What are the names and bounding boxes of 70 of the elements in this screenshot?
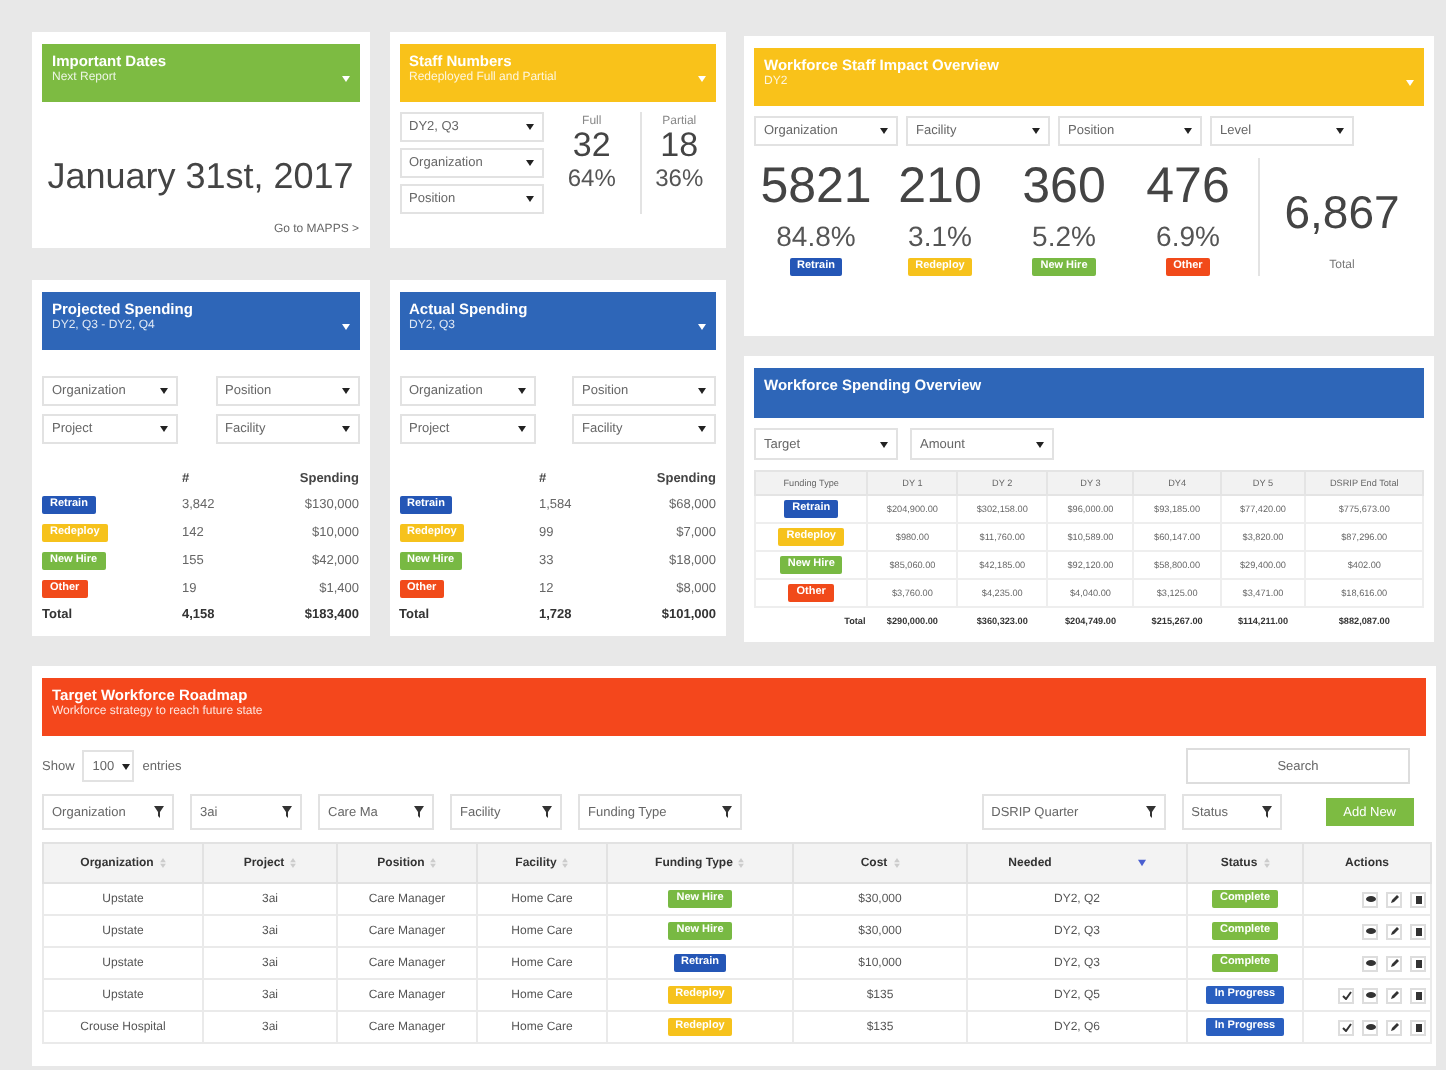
edit-button[interactable] — [1386, 891, 1402, 907]
trash-icon — [1413, 958, 1423, 968]
eye-icon — [1365, 990, 1375, 1000]
edit-button[interactable] — [1386, 955, 1402, 971]
check-icon — [1341, 990, 1351, 1000]
trash-icon — [1413, 926, 1423, 936]
stat-count: 5821 — [760, 158, 872, 214]
check-icon — [1341, 1022, 1351, 1032]
caret-icon[interactable] — [341, 324, 349, 330]
edit-button[interactable] — [1386, 987, 1402, 1003]
caret-icon — [341, 388, 349, 394]
total-value: 6,867 — [1284, 186, 1400, 240]
filter-icon — [542, 806, 552, 818]
caret-icon — [525, 124, 533, 130]
view-button[interactable] — [1362, 923, 1378, 939]
caret-icon — [517, 426, 525, 432]
approve-button[interactable] — [1338, 1019, 1354, 1035]
eye-icon — [1365, 958, 1375, 968]
stat-percent: 5.2% — [1032, 220, 1096, 252]
stat-percent: 6.9% — [1156, 220, 1220, 252]
stat-percent: 36% — [655, 164, 704, 192]
stat-percent: 84.8% — [776, 220, 856, 252]
stat-count: 360 — [1022, 158, 1106, 214]
caret-icon — [517, 388, 525, 394]
stat-count: 32 — [572, 128, 611, 164]
caret-icon — [880, 128, 888, 134]
eye-icon — [1365, 1022, 1375, 1032]
filter-icon — [1145, 806, 1156, 818]
view-button[interactable] — [1362, 891, 1378, 907]
caret-icon — [698, 388, 706, 394]
stat-count: 18 — [660, 128, 699, 164]
caret-icon — [1036, 441, 1044, 447]
pencil-icon — [1389, 1022, 1399, 1032]
caret-icon — [525, 196, 533, 202]
stat-count: 476 — [1146, 158, 1230, 214]
pencil-icon — [1389, 958, 1399, 968]
filter-icon — [1261, 806, 1272, 818]
stat-count: 210 — [898, 158, 982, 214]
filter-icon — [282, 806, 292, 818]
filter-icon — [722, 806, 732, 818]
caret-icon — [880, 441, 888, 447]
view-button[interactable] — [1362, 955, 1378, 971]
trash-icon — [1413, 1022, 1423, 1032]
edit-button[interactable] — [1386, 923, 1402, 939]
pencil-icon — [1389, 894, 1399, 904]
pencil-icon — [1389, 990, 1399, 1000]
caret-icon — [1184, 128, 1192, 134]
caret-icon[interactable] — [698, 324, 706, 330]
filter-icon — [414, 806, 424, 818]
stat-percent: 64% — [567, 164, 616, 192]
caret-icon — [1336, 128, 1344, 134]
caret-icon — [1032, 128, 1040, 134]
trash-icon — [1413, 990, 1423, 1000]
caret-icon — [698, 426, 706, 432]
trash-icon — [1413, 894, 1423, 904]
approve-button[interactable] — [1338, 987, 1354, 1003]
filter-icon — [154, 806, 164, 818]
caret-icon — [525, 160, 533, 166]
view-button[interactable] — [1362, 1019, 1378, 1035]
caret-icon — [341, 426, 349, 432]
caret-icon — [122, 763, 131, 769]
caret-icon — [160, 388, 168, 394]
pencil-icon — [1389, 926, 1399, 936]
eye-icon — [1365, 894, 1375, 904]
eye-icon — [1365, 926, 1375, 936]
stat-percent: 3.1% — [908, 220, 972, 252]
view-button[interactable] — [1362, 987, 1378, 1003]
edit-button[interactable] — [1386, 1019, 1402, 1035]
caret-icon — [160, 426, 168, 432]
report-date: January 31st, 2017 — [45, 156, 356, 198]
